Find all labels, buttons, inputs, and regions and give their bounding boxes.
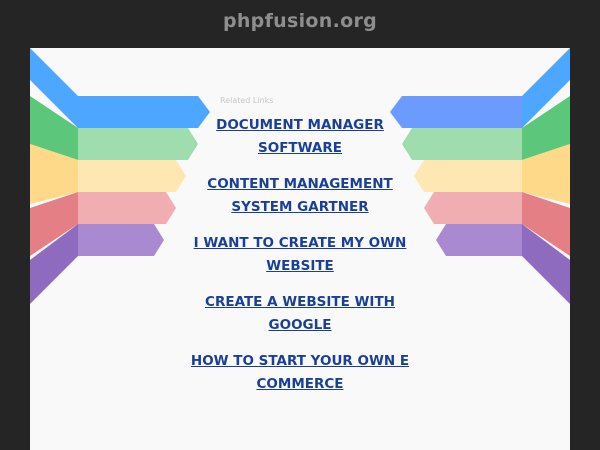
site-title: phpfusion.org — [222, 10, 378, 32]
related-link-document-manager-software[interactable]: DOCUMENT MANAGER SOFTWARE — [185, 114, 415, 160]
related-link-content-management-system-gartner[interactable]: CONTENT MANAGEMENT SYSTEM GARTNER — [185, 173, 415, 219]
content-panel: Related Links DOCUMENT MANAGER SOFTWARE … — [30, 48, 570, 450]
related-link-start-own-ecommerce[interactable]: HOW TO START YOUR OWN E COMMERCE — [185, 350, 415, 396]
related-links-label: Related Links — [220, 96, 274, 105]
related-link-create-website-google[interactable]: CREATE A WEBSITE WITH GOOGLE — [185, 291, 415, 337]
related-links-list: DOCUMENT MANAGER SOFTWARE CONTENT MANAGE… — [30, 114, 570, 409]
related-link-create-own-website[interactable]: I WANT TO CREATE MY OWN WEBSITE — [185, 232, 415, 278]
